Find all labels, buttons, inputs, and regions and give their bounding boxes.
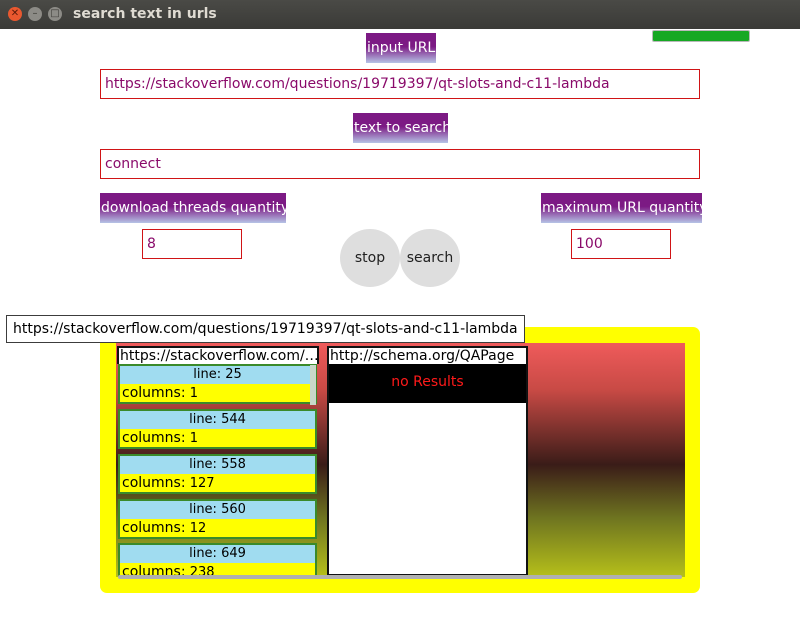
result-url-header[interactable]: https://stackoverflow.com/… <box>117 346 319 364</box>
match-columns: columns: 12 <box>120 519 315 537</box>
match-item[interactable]: line: 558 columns: 127 <box>118 454 317 494</box>
results-horizontal-scrollbar[interactable] <box>118 575 682 579</box>
match-item[interactable]: line: 544 columns: 1 <box>118 409 317 449</box>
result-column: https://stackoverflow.com/… line: 25 col… <box>117 346 319 577</box>
input-url-label: input URL <box>366 33 436 63</box>
input-url-field[interactable]: https://stackoverflow.com/questions/1971… <box>100 69 700 99</box>
text-to-search-field[interactable]: connect <box>100 149 700 179</box>
result-url-header[interactable]: http://schema.org/QAPage <box>329 348 526 364</box>
no-results-status: no Results <box>329 364 526 403</box>
match-item[interactable]: line: 25 columns: 1 <box>118 364 317 404</box>
match-line: line: 649 <box>120 545 315 563</box>
match-item[interactable]: line: 560 columns: 12 <box>118 499 317 539</box>
match-line: line: 560 <box>120 501 315 519</box>
minimize-icon[interactable]: – <box>28 7 42 21</box>
close-icon[interactable]: ✕ <box>8 7 22 21</box>
match-line: line: 25 <box>120 366 315 384</box>
match-list-scrollbar[interactable] <box>310 365 316 405</box>
result-column: http://schema.org/QAPage no Results <box>327 346 528 576</box>
max-urls-label: maximum URL quantity <box>541 193 708 223</box>
stop-button[interactable]: stop <box>340 229 400 287</box>
max-urls-field[interactable]: 100 <box>571 229 671 259</box>
match-line: line: 558 <box>120 456 315 474</box>
match-columns: columns: 1 <box>120 384 315 402</box>
window-title: search text in urls <box>73 6 217 22</box>
search-button[interactable]: search <box>400 229 460 287</box>
threads-label: download threads quantity <box>100 193 289 223</box>
match-columns: columns: 1 <box>120 429 315 447</box>
title-bar: ✕ – □ search text in urls <box>0 0 800 29</box>
match-item[interactable]: line: 649 columns: 238 <box>118 543 317 577</box>
text-to-search-label: text to search <box>353 113 451 143</box>
match-line: line: 544 <box>120 411 315 429</box>
threads-field[interactable]: 8 <box>142 229 242 259</box>
download-progress-bar <box>652 30 750 42</box>
progress-fill <box>653 31 749 41</box>
maximize-icon[interactable]: □ <box>48 7 62 21</box>
url-tooltip: https://stackoverflow.com/questions/1971… <box>6 315 525 343</box>
match-columns: columns: 127 <box>120 474 315 492</box>
